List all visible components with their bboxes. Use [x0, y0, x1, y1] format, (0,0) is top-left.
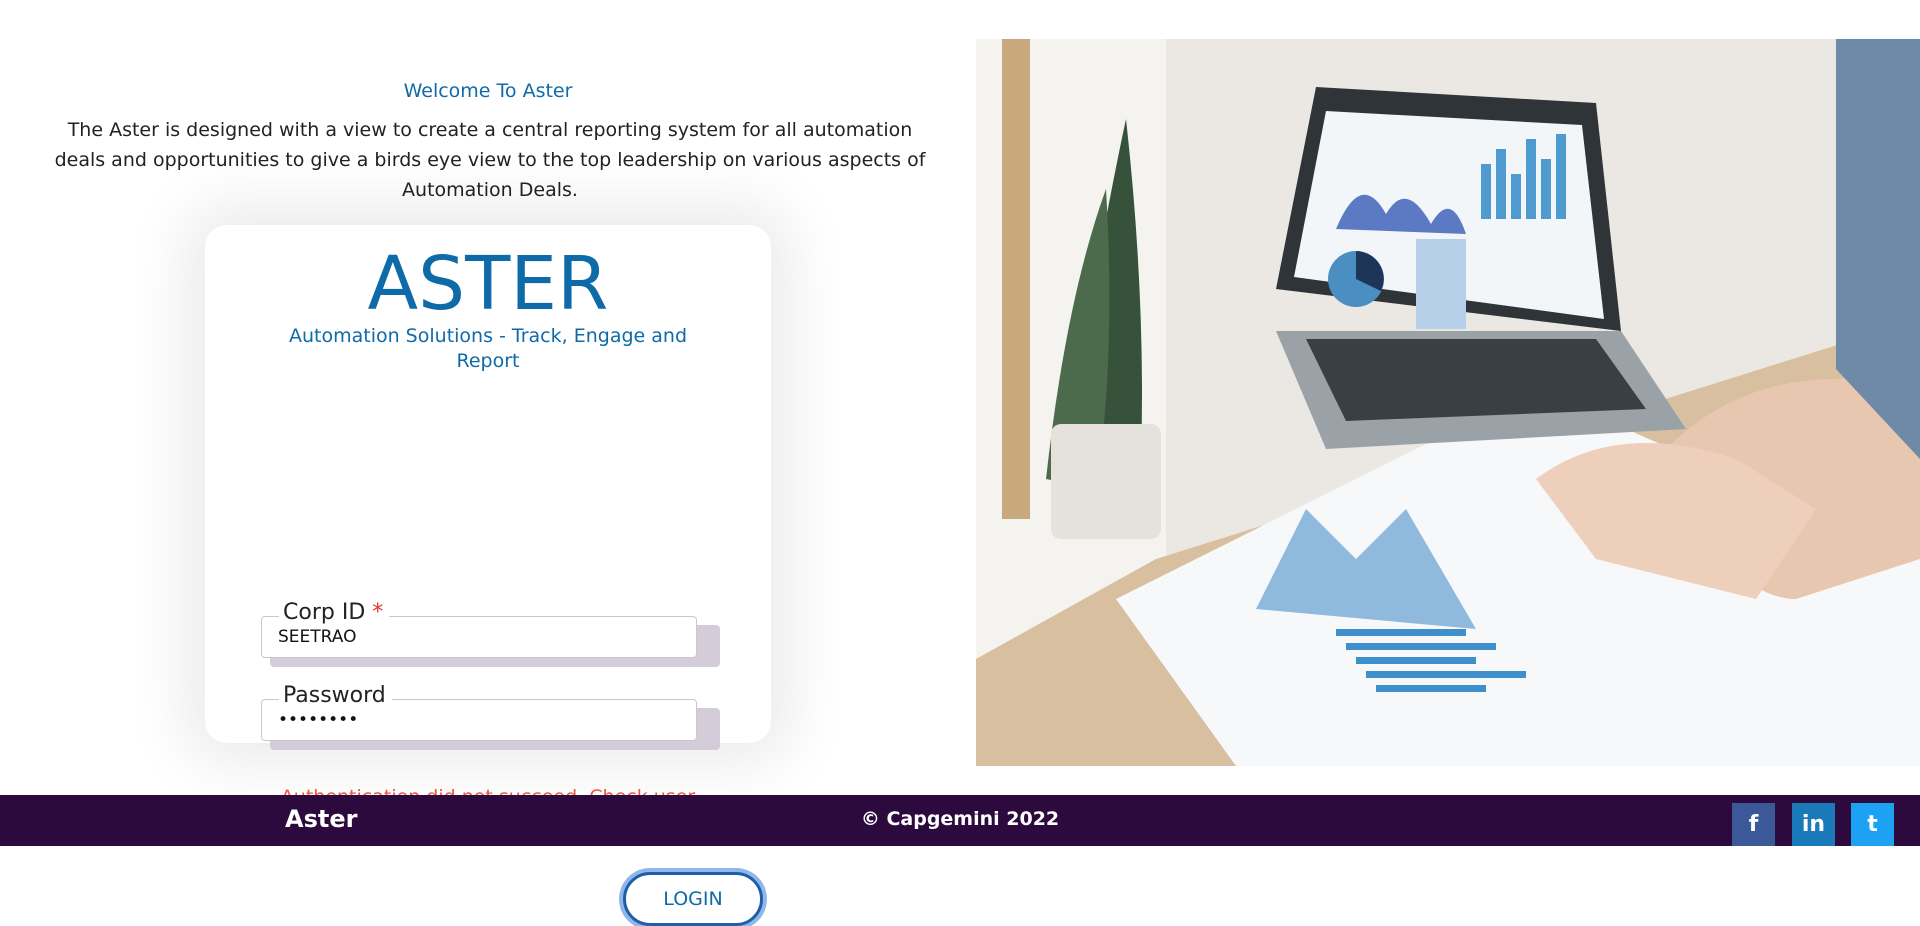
welcome-description: The Aster is designed with a view to cre… [54, 119, 926, 201]
brand-title: ASTER [367, 241, 609, 327]
hero-image [976, 39, 1920, 766]
login-button[interactable]: LOGIN [623, 872, 763, 926]
facebook-icon[interactable]: f [1732, 803, 1775, 846]
footer: Aster © Capgemini 2022 f in t [0, 795, 1920, 846]
corp-id-label-text: Corp ID [283, 600, 366, 625]
workspace-photo [976, 39, 1920, 766]
welcome-title: Welcome To Aster [403, 80, 573, 102]
brand-tagline: Automation Solutions - Track, Engage and… [288, 325, 688, 372]
required-mark: * [372, 600, 384, 625]
password-label-text: Password [283, 683, 386, 708]
password-label: Password [279, 683, 392, 709]
linkedin-icon[interactable]: in [1792, 803, 1835, 846]
login-card: ASTER Automation Solutions - Track, Enga… [205, 225, 771, 926]
corp-id-label: Corp ID * [279, 600, 390, 626]
welcome-section: Welcome To Aster The Aster is designed w… [0, 0, 976, 926]
twitter-icon[interactable]: t [1851, 803, 1894, 846]
footer-copyright: © Capgemini 2022 [860, 808, 1060, 830]
